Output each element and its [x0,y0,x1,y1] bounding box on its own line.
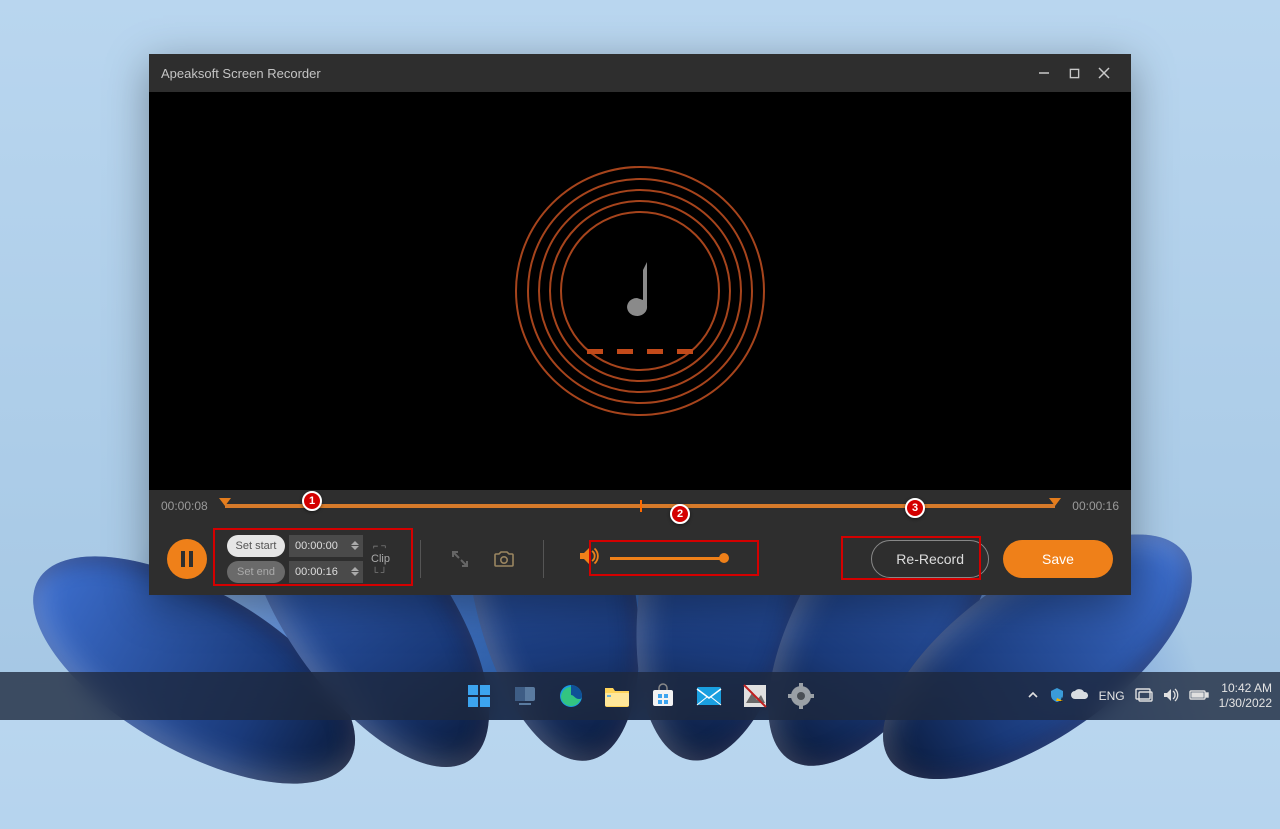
snapshot-button[interactable] [489,544,519,574]
save-button[interactable]: Save [1003,540,1113,578]
taskbar: ! ENG 10:42 AM 1/30/2022 [0,672,1280,720]
playhead[interactable] [640,500,642,512]
edge-button[interactable] [551,676,591,716]
clip-label: Clip [371,553,390,565]
start-time-input[interactable]: 00:00:00 [289,535,363,557]
sound-icon[interactable] [1163,688,1179,705]
volume-thumb[interactable] [719,553,729,563]
bracket-top-icon: ⌐ ¬ [373,541,386,551]
camera-icon [493,550,515,568]
music-note-icon [615,256,665,326]
start-button[interactable] [459,676,499,716]
spinner-icon[interactable] [351,567,359,576]
set-start-button[interactable]: Set start [227,535,285,557]
task-view-button[interactable] [505,676,545,716]
date-label: 1/30/2022 [1219,696,1272,711]
system-tray: ! ENG 10:42 AM 1/30/2022 [1027,681,1272,711]
preview-area [149,92,1131,490]
svg-text:!: ! [1061,698,1063,703]
gear-icon [788,683,814,709]
bracket-bottom-icon: └ ┘ [372,567,387,577]
mail-button[interactable] [689,676,729,716]
window-maximize-button[interactable] [1059,58,1089,88]
window-close-button[interactable] [1089,58,1119,88]
spinner-icon[interactable] [351,541,359,550]
re-record-button[interactable]: Re-Record [871,540,989,578]
total-time-label: 00:00:16 [1063,499,1119,513]
windows-logo-icon [466,683,492,709]
clip-controls-group: Set start 00:00:00 Set end 00:00:16 ⌐ ¬ [221,531,396,587]
app-window: Apeaksoft Screen Recorder 00: [149,54,1131,595]
timeline-track[interactable] [225,504,1055,508]
callout-badge-2: 2 [670,504,690,524]
timeline-row: 00:00:08 00:00:16 [149,490,1131,522]
app-title: Apeaksoft Screen Recorder [161,66,321,81]
settings-button[interactable] [781,676,821,716]
mail-icon [695,685,723,707]
trim-end-marker-icon[interactable] [1049,498,1061,506]
store-icon [650,683,676,709]
callout-badge-3: 3 [905,498,925,518]
current-time-label: 00:00:08 [161,499,217,513]
app-icon [742,683,768,709]
volume-slider[interactable] [610,557,724,560]
volume-icon[interactable] [578,546,600,571]
controls-row: Set start 00:00:00 Set end 00:00:16 ⌐ ¬ [149,522,1131,595]
trim-start-marker-icon[interactable] [219,498,231,506]
expand-icon [450,549,470,569]
screen-snip-icon[interactable] [1135,688,1153,705]
pause-icon [180,551,194,567]
volume-group [568,540,734,577]
window-minimize-button[interactable] [1029,58,1059,88]
security-warning-icon[interactable]: ! [1049,687,1065,706]
separator [420,540,421,578]
pause-button[interactable] [167,539,207,579]
task-view-icon [512,683,538,709]
eq-bars-icon [587,349,693,354]
file-explorer-button[interactable] [597,676,637,716]
clock[interactable]: 10:42 AM 1/30/2022 [1219,681,1272,711]
folder-icon [603,684,631,708]
tray-chevron-icon[interactable] [1027,689,1039,704]
set-end-button[interactable]: Set end [227,561,285,583]
fullscreen-button[interactable] [445,544,475,574]
end-time-input[interactable]: 00:00:16 [289,561,363,583]
onedrive-icon[interactable] [1071,689,1089,704]
battery-icon[interactable] [1189,689,1209,704]
time-label: 10:42 AM [1219,681,1272,696]
app-button-1[interactable] [735,676,775,716]
edge-icon [558,683,584,709]
callout-badge-1: 1 [302,491,322,511]
language-indicator[interactable]: ENG [1099,689,1125,703]
taskbar-pinned-apps [459,676,821,716]
separator [543,540,544,578]
title-bar: Apeaksoft Screen Recorder [149,54,1131,92]
audio-visualizer-icon [515,166,765,416]
store-button[interactable] [643,676,683,716]
